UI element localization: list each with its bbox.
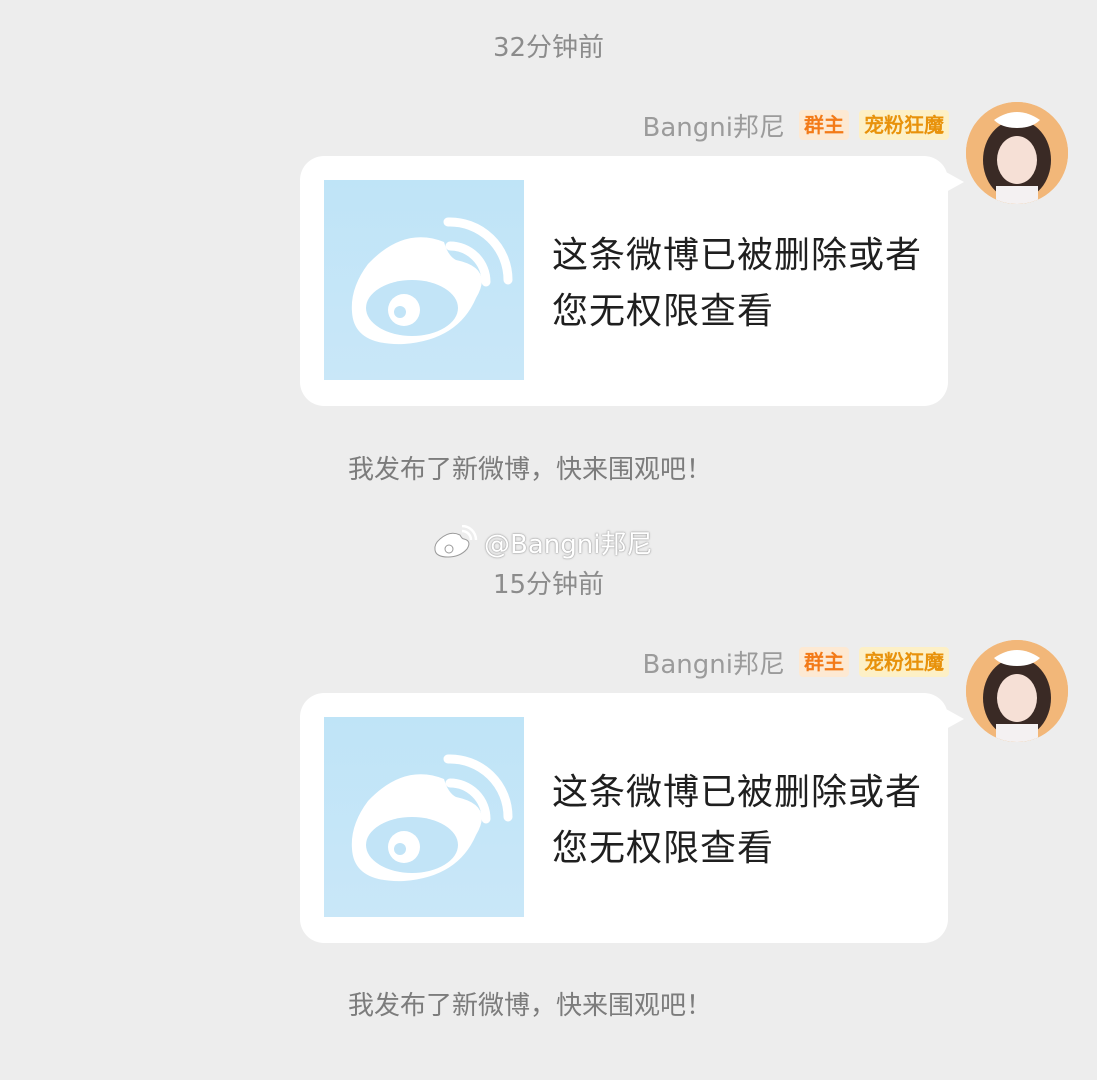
- weibo-logo-icon: [351, 217, 513, 345]
- sender-name[interactable]: Bangni邦尼: [643, 644, 785, 681]
- timestamp: 32分钟前: [492, 33, 605, 63]
- owner-badge: 群主: [799, 110, 849, 140]
- message-meta: Bangni邦尼 群主 宠粉狂魔: [643, 644, 949, 681]
- avatar[interactable]: [966, 640, 1068, 742]
- sender-name[interactable]: Bangni邦尼: [643, 107, 785, 144]
- weibo-card[interactable]: 这条微博已被删除或者您无权限查看: [300, 156, 964, 406]
- weibo-logo-icon: [434, 525, 478, 558]
- weibo-thumbnail: [324, 717, 524, 917]
- owner-badge: 群主: [799, 647, 849, 677]
- card-text: 这条微博已被删除或者您无权限查看: [552, 235, 923, 332]
- message-caption: 我发布了新微博，快来围观吧！: [348, 991, 713, 1021]
- card-text: 这条微博已被删除或者您无权限查看: [552, 772, 923, 869]
- weibo-logo-icon: [351, 754, 513, 882]
- fan-badge: 宠粉狂魔: [859, 647, 949, 677]
- avatar[interactable]: [966, 102, 1068, 204]
- timestamp: 15分钟前: [492, 570, 605, 600]
- weibo-thumbnail: [324, 180, 524, 380]
- weibo-card[interactable]: 这条微博已被删除或者您无权限查看: [300, 693, 964, 943]
- fan-badge: 宠粉狂魔: [859, 110, 949, 140]
- message-caption: 我发布了新微博，快来围观吧！: [348, 455, 713, 485]
- watermark-text: @Bangni邦尼: [484, 529, 653, 560]
- message-meta: Bangni邦尼 群主 宠粉狂魔: [643, 107, 949, 144]
- watermark: @Bangni邦尼: [432, 522, 652, 562]
